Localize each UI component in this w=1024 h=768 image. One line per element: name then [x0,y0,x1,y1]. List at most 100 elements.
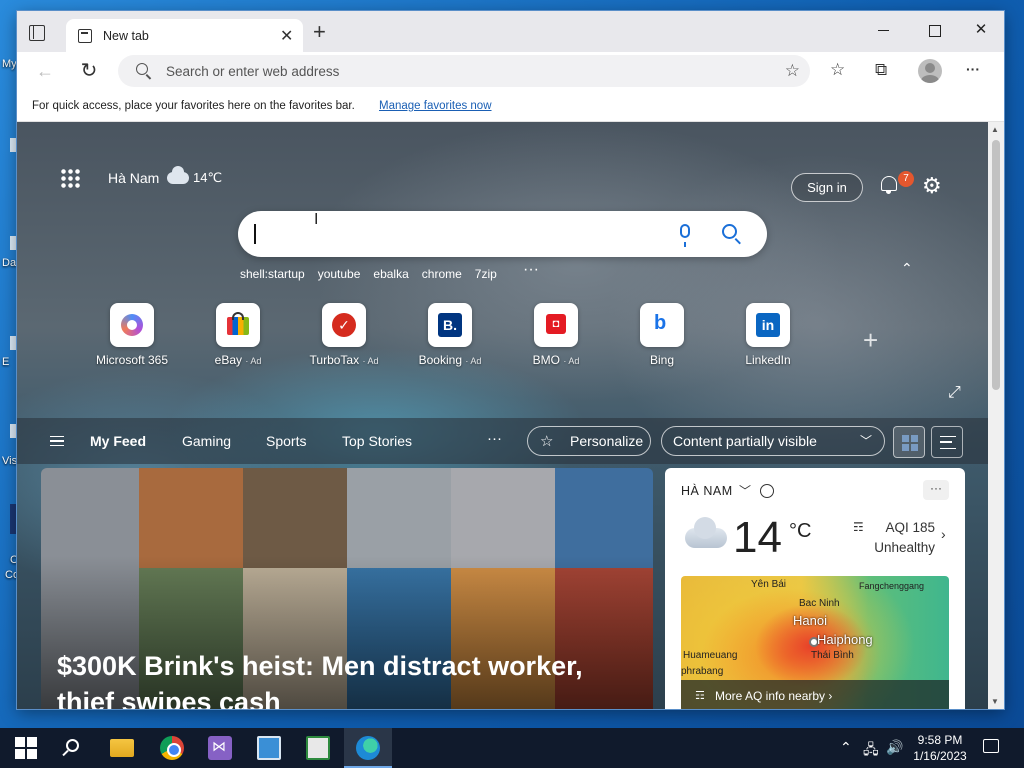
profile-avatar[interactable] [918,59,942,83]
aqi-summary[interactable]: AQI 185 Unhealthy [873,518,935,558]
quick-link[interactable]: 7zip [475,267,497,283]
visual-studio-icon[interactable] [208,736,232,760]
desktop-icon-label[interactable]: Da [2,257,16,269]
personalize-label: Personalize [570,433,644,449]
quick-link[interactable]: chrome [422,267,462,283]
scrollbar-thumb[interactable] [992,140,1000,390]
expand-background-icon[interactable]: ⤢ [948,384,961,402]
toolbar: ← ↻ ☆ ☆ ⧉ ··· [17,52,1004,91]
search-submit-icon[interactable] [722,224,737,239]
back-button[interactable]: ← [34,60,56,82]
map-label: Huameuang [683,650,738,661]
scroll-up-arrow-icon[interactable]: ▲ [991,125,999,134]
manage-favorites-link[interactable]: Manage favorites now [379,100,492,112]
more-aq-info-link[interactable]: ☶ More AQ info nearby › [681,680,949,709]
tile-label: TurboTax · Ad [309,353,379,367]
cloud-icon [167,166,189,184]
system-clock[interactable]: 9:58 PM 1/16/2023 [908,732,972,764]
tile-microsoft-365[interactable]: Microsoft 365 [82,303,182,367]
tile-label: Bing [649,353,675,367]
collapse-chevron-icon[interactable]: ⌃ [901,260,913,277]
clock-date: 1/16/2023 [913,749,967,763]
aqi-map[interactable]: Yên Bái Fangchenggang Bac Ninh Hanoi Hai… [681,576,949,709]
microphone-icon[interactable] [680,224,690,247]
tab-actions-icon[interactable] [29,25,45,41]
add-shortcut-button[interactable]: + [863,325,878,356]
personalize-star-icon: ☆ [540,433,554,450]
tile-bing[interactable]: b Bing [612,303,712,367]
settings-gear-icon[interactable]: ⚙ [922,173,942,199]
chrome-icon[interactable] [160,736,184,760]
feed-more-button[interactable]: ··· [487,430,502,447]
edge-taskbar-button[interactable] [344,728,392,768]
taskbar-search-icon[interactable] [66,739,79,752]
tile-turbotax[interactable]: ✓ TurboTax · Ad [294,303,394,367]
address-bar[interactable]: ☆ [118,55,810,87]
globe-icon[interactable] [760,484,774,498]
network-icon[interactable]: 🖧 [863,739,879,763]
scroll-down-arrow-icon[interactable]: ▼ [991,697,999,706]
sign-in-button[interactable]: Sign in [791,173,863,202]
chevron-down-icon: ﹀ [860,434,873,448]
maximize-button[interactable] [923,19,947,41]
web-search-input[interactable] [260,211,660,257]
minimize-button[interactable] [873,19,897,41]
clock-time: 9:58 PM [917,733,963,747]
tile-linkedin[interactable]: in LinkedIn [718,303,818,367]
hero-news-card[interactable]: $300K Brink's heist: Men distract worker… [41,468,653,709]
aqi-status: Unhealthy [874,540,935,555]
file-explorer-icon[interactable] [110,739,134,757]
app-launcher-icon[interactable] [60,168,80,188]
weather-card-temperature: 14 [733,513,782,562]
tray-overflow-chevron-icon[interactable]: ⌃ [840,739,852,756]
desktop-icon-label[interactable]: Vis [2,455,17,467]
address-input[interactable] [166,55,766,87]
add-favorite-icon[interactable]: ☆ [785,61,800,81]
tab-sports[interactable]: Sports [266,433,306,449]
quick-link[interactable]: shell:startup [240,267,305,283]
quick-links-more-button[interactable]: ··· [523,261,539,279]
grid-view-button[interactable] [893,426,925,458]
map-label: Fangchenggang [859,581,925,591]
refresh-button[interactable]: ↻ [78,60,100,82]
weather-location[interactable]: Hà Nam [108,170,159,186]
weather-temperature[interactable]: 14℃ [193,170,222,186]
tile-label: LinkedIn [745,353,791,367]
desktop-icon-label[interactable]: E [2,356,9,368]
page-scrollbar[interactable]: ▲ ▼ [988,122,1004,709]
app-window-icon[interactable] [306,736,330,760]
tab-top-stories[interactable]: Top Stories [342,433,412,449]
tile-ebay[interactable]: eBay · Ad [188,303,288,367]
feed-menu-icon[interactable] [50,436,64,446]
favorites-icon[interactable]: ☆ [830,60,845,80]
tile-bmo[interactable]: ◘ BMO · Ad [506,303,606,367]
tile-booking[interactable]: B. Booking · Ad [400,303,500,367]
desktop-icon-label[interactable]: My [2,58,17,70]
close-window-button[interactable]: ✕ [969,19,993,41]
more-menu-button[interactable]: ··· [966,61,980,77]
notifications-bell-icon[interactable] [881,176,897,194]
bmo-icon: ◘ [534,303,578,347]
tab-close-icon[interactable]: ✕ [280,26,293,46]
tab-my-feed[interactable]: My Feed [90,433,146,449]
weather-card-more-button[interactable]: ··· [923,480,949,500]
tab-gaming[interactable]: Gaming [182,433,231,449]
quick-link[interactable]: youtube [318,267,361,283]
hero-headline[interactable]: $300K Brink's heist: Men distract worker… [57,648,647,709]
new-tab-button[interactable]: + [313,21,326,43]
chevron-down-icon[interactable]: ﹀ [739,482,751,499]
temperature-unit: °C [789,520,812,542]
app-window-icon[interactable] [257,736,281,760]
list-view-button[interactable] [931,426,963,458]
volume-icon[interactable]: 🔊 [886,739,903,756]
collections-icon[interactable]: ⧉ [875,60,887,80]
weather-card-location[interactable]: HÀ NAM [681,484,733,498]
quick-link[interactable]: ebalka [373,267,408,283]
content-visibility-value: Content partially visible [673,433,817,449]
start-windows-icon[interactable] [15,737,37,759]
tab-new-tab[interactable]: New tab ✕ [66,19,303,52]
notification-center-icon[interactable] [983,739,999,753]
personalize-button[interactable]: ☆ Personalize [527,426,651,456]
chevron-right-icon[interactable]: › [941,526,946,542]
content-visibility-dropdown[interactable]: Content partially visible ﹀ [661,426,885,456]
